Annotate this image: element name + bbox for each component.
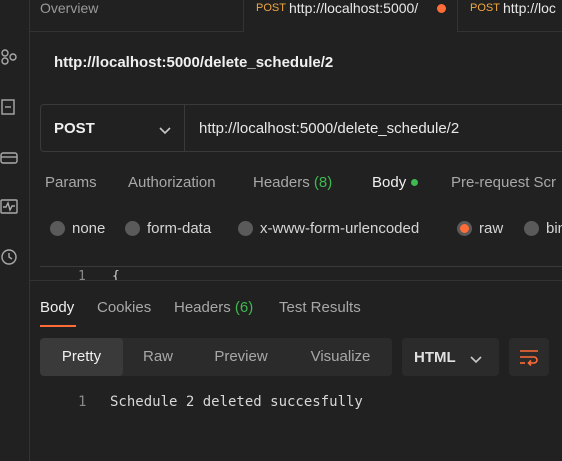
pane-divider[interactable]: [30, 280, 562, 281]
active-tab-underline: [40, 325, 76, 327]
headers-count: (8): [313, 174, 333, 191]
view-visualize-button[interactable]: Visualize: [303, 338, 378, 376]
method-value: POST: [54, 120, 95, 137]
tab-response-headers[interactable]: Headers (6): [174, 299, 253, 316]
radio-circle: [125, 221, 140, 236]
tab-request-active[interactable]: POST http://localhost:5000/: [244, 0, 458, 32]
left-sidebar: [0, 0, 30, 461]
tab-body[interactable]: Body: [372, 174, 419, 191]
radio-circle: [238, 221, 253, 236]
modified-dot-icon: [411, 178, 419, 186]
environment-icon[interactable]: [0, 148, 18, 166]
view-preview-button[interactable]: Preview: [205, 338, 277, 376]
response-headers-count: (6): [234, 299, 254, 316]
request-bar: POST http://localhost:5000/delete_schedu…: [40, 104, 562, 152]
tab-cookies[interactable]: Cookies: [97, 299, 151, 316]
format-select[interactable]: HTML: [402, 338, 499, 376]
tab-response-body[interactable]: Body: [40, 299, 74, 316]
tab-headers-label: Headers: [253, 174, 310, 191]
radio-raw-label: raw: [479, 220, 504, 237]
tab-authorization[interactable]: Authorization: [128, 174, 216, 191]
tab-overview-label: Overview: [40, 0, 99, 16]
unsaved-dot-icon: [437, 4, 446, 13]
url-input[interactable]: http://localhost:5000/delete_schedule/2: [199, 120, 459, 137]
response-line-number: 1: [78, 394, 87, 410]
view-raw-button[interactable]: Raw: [136, 338, 180, 376]
tab-body-label: Body: [372, 174, 407, 191]
radio-circle-selected: [457, 221, 472, 236]
tab-params[interactable]: Params: [45, 174, 97, 191]
wrap-lines-icon: [520, 350, 538, 366]
tab-method: POST: [470, 2, 500, 14]
tab-url: http://localhost:5000/: [289, 0, 419, 16]
view-mode-bar: Pretty Raw Preview Visualize: [40, 338, 392, 376]
tab-overview[interactable]: Overview: [30, 0, 244, 32]
request-title[interactable]: http://localhost:5000/delete_schedule/2: [54, 54, 333, 71]
radio-circle: [50, 221, 65, 236]
view-pretty-button[interactable]: Pretty: [40, 338, 123, 376]
response-text: Schedule 2 deleted succesfully: [110, 394, 363, 410]
collection-icon[interactable]: [0, 98, 18, 116]
radio-none-label: none: [72, 220, 106, 237]
radio-binary-label: bin: [546, 220, 562, 237]
tab-strip: Overview POST http://localhost:5000/ POS…: [30, 0, 562, 32]
editor-text: {: [112, 269, 120, 280]
tab-response-headers-label: Headers: [174, 299, 231, 316]
tab-pre-request-script[interactable]: Pre-request Scr: [451, 174, 556, 191]
editor-line-number: 1: [78, 269, 86, 280]
tab-request-2[interactable]: POST http://loc: [458, 0, 562, 32]
tab-test-results[interactable]: Test Results: [279, 299, 361, 316]
radio-form-data-label: form-data: [147, 220, 212, 237]
format-value: HTML: [414, 349, 456, 366]
method-select[interactable]: POST: [41, 105, 185, 151]
monitor-icon[interactable]: [0, 198, 18, 216]
radio-circle: [524, 221, 539, 236]
radio-urlencoded-label: x-www-form-urlencoded: [260, 220, 420, 237]
tab-method: POST: [256, 2, 286, 14]
chevron-down-icon: [159, 122, 171, 140]
chevron-down-icon: [470, 351, 482, 369]
tab-url: http://loc: [503, 0, 556, 16]
history-icon[interactable]: [0, 248, 18, 266]
body-editor[interactable]: 1 {: [40, 266, 562, 280]
wrap-lines-button[interactable]: [509, 338, 549, 376]
network-icon[interactable]: [0, 48, 18, 66]
tab-headers[interactable]: Headers (8): [253, 174, 332, 191]
